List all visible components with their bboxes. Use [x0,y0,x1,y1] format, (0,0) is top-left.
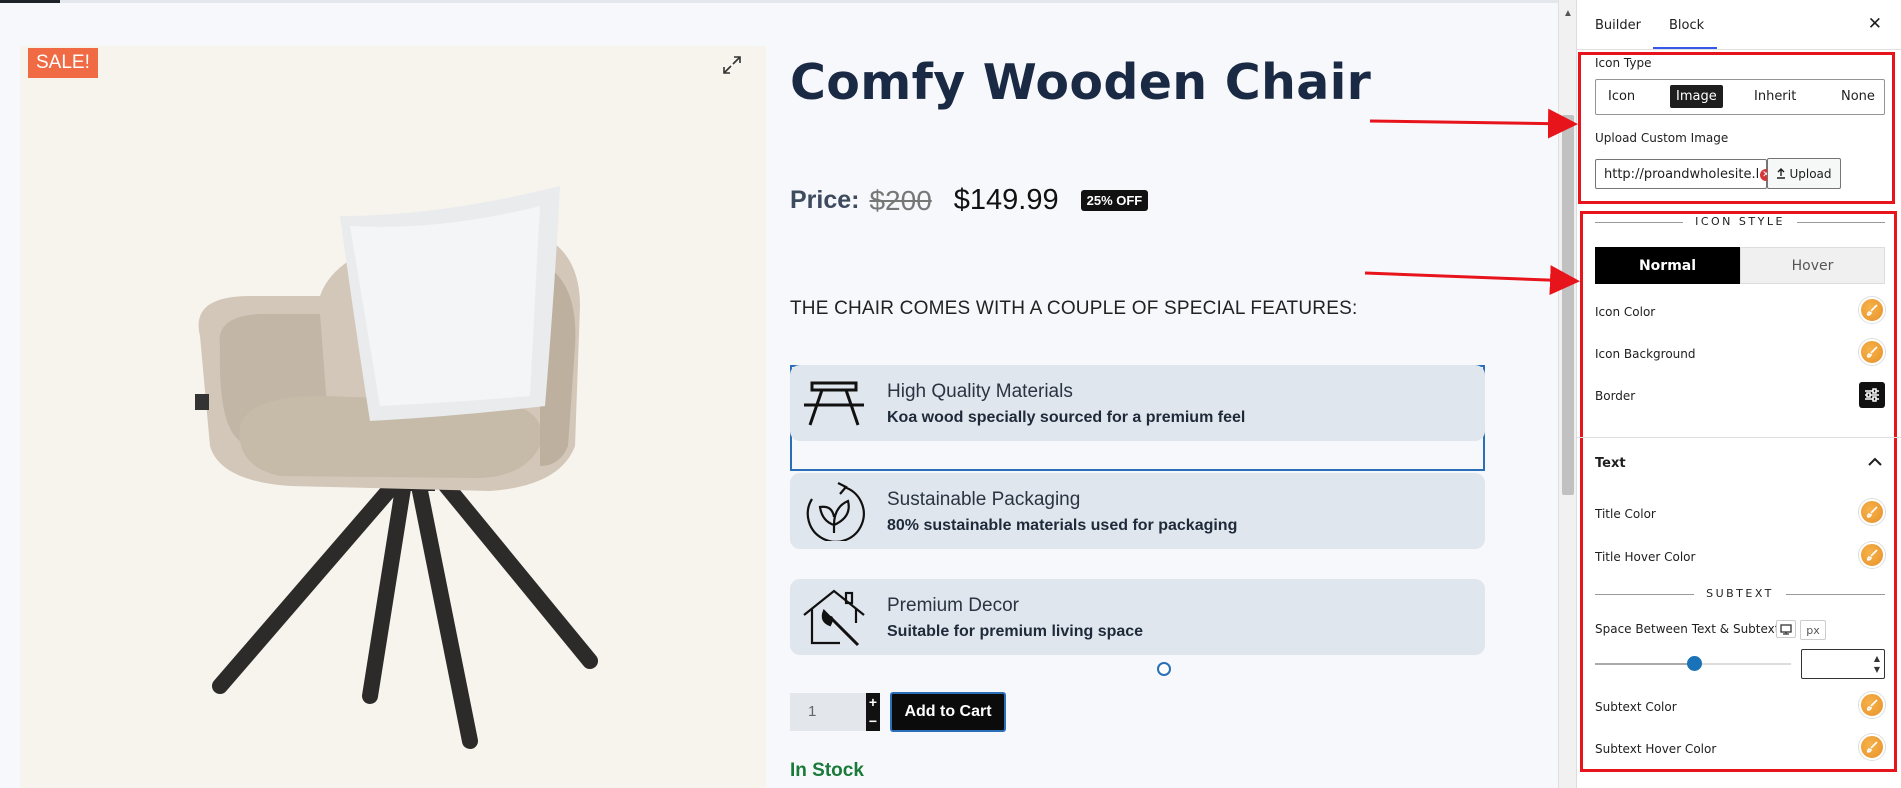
product-title: Comfy Wooden Chair [790,54,1372,111]
feature-item[interactable]: Premium Decor Suitable for premium livin… [790,579,1485,655]
block-settings-panel: Builder Block ✕ Icon Type Icon Image Inh… [1576,0,1901,788]
expand-icon[interactable] [720,54,744,78]
minus-icon[interactable]: − [866,712,880,731]
feature-title: High Quality Materials [887,381,1073,402]
features-heading: THE CHAIR COMES WITH A COUPLE OF SPECIAL… [790,298,1358,319]
quantity-input[interactable]: 1 [790,693,866,731]
upload-button[interactable]: Upload [1767,158,1841,189]
subtext-heading: SUBTEXT [1595,587,1885,601]
subtext-hover-color-picker[interactable] [1859,734,1885,760]
scroll-up-icon[interactable]: ▲ [1563,8,1573,19]
icon-type-inherit[interactable]: Inherit [1754,89,1796,104]
title-color-label: Title Color [1595,507,1656,521]
feature-item[interactable]: Sustainable Packaging 80% sustainable ma… [790,473,1485,549]
sliders-icon [1865,388,1879,402]
brush-icon [1866,346,1878,358]
unit-selector[interactable]: px [1800,620,1826,640]
chair-image [195,186,598,749]
upload-label: Upload Custom Image [1595,131,1729,145]
icon-type-selector[interactable]: Icon Image Inherit None [1595,79,1885,115]
icon-type-none[interactable]: None [1841,89,1875,104]
feature-subtitle: 80% sustainable materials used for packa… [887,517,1238,534]
icon-background-picker[interactable] [1859,339,1885,365]
title-color-picker[interactable] [1859,499,1885,525]
space-between-label: Space Between Text & Subtext [1595,622,1780,636]
text-section-header[interactable]: Text [1595,456,1626,471]
border-settings-button[interactable] [1859,382,1885,408]
picnic-table-icon [804,381,864,426]
state-normal[interactable]: Normal [1595,247,1740,284]
title-hover-color-picker[interactable] [1859,542,1885,568]
plus-icon[interactable]: + [866,693,880,712]
brush-icon [1866,304,1878,316]
icon-color-label: Icon Color [1595,305,1656,319]
section-divider [1577,437,1901,438]
tab-builder[interactable]: Builder [1595,18,1641,33]
canvas-scrollbar[interactable]: ▲ [1558,0,1576,788]
upload-icon [1777,168,1786,179]
feature-subtitle: Suitable for premium living space [887,623,1144,640]
image-url-field[interactable]: http://proandwholesite.l [1595,159,1767,189]
state-hover[interactable]: Hover [1740,247,1885,284]
add-block-handle[interactable] [1157,662,1171,676]
old-price: $200 [869,184,932,216]
brush-icon [1866,549,1878,561]
subtext-hover-color-label: Subtext Hover Color [1595,742,1717,756]
subtext-color-label: Subtext Color [1595,700,1677,714]
annotation-box [1580,211,1897,772]
spacing-slider-fill [1595,663,1693,665]
feature-title: Premium Decor [887,595,1019,616]
scroll-thumb[interactable] [1562,115,1574,495]
feature-item[interactable]: High Quality Materials Koa wood speciall… [790,365,1485,441]
icon-type-label: Icon Type [1595,56,1652,70]
active-tab-indicator [1653,47,1717,49]
icon-type-image[interactable]: Image [1670,85,1723,108]
state-toggle[interactable]: Normal Hover [1595,247,1885,284]
price-row: Price: $200 $149.99 25% OFF [790,184,1149,217]
price-label: Price: [790,186,860,214]
border-label: Border [1595,389,1636,403]
chevron-up-icon[interactable] [1865,452,1885,472]
sale-badge: SALE! [28,48,98,78]
feature-subtitle: Koa wood specially sourced for a premium… [887,409,1246,426]
panel-tabs: Builder Block ✕ [1577,0,1901,50]
icon-type-icon[interactable]: Icon [1608,89,1635,104]
feature-title: Sustainable Packaging [887,489,1081,510]
upload-label-text: Upload [1789,166,1832,181]
icon-background-label: Icon Background [1595,347,1696,361]
top-border [0,0,1558,3]
icon-style-heading: ICON STYLE [1595,215,1885,229]
quantity-stepper[interactable]: + − [866,693,880,731]
desktop-icon[interactable] [1776,620,1796,638]
subtext-color-picker[interactable] [1859,692,1885,718]
brush-icon [1866,699,1878,711]
close-icon[interactable]: ✕ [1868,14,1882,34]
sale-price: $149.99 [953,184,1059,216]
stock-status: In Stock [790,760,864,781]
brush-icon [1866,741,1878,753]
discount-badge: 25% OFF [1080,190,1149,211]
product-image[interactable]: SALE! [20,46,766,788]
add-to-cart-button[interactable]: Add to Cart [890,692,1006,732]
spacing-number-input[interactable]: ▲ ▼ [1801,649,1885,679]
title-hover-color-label: Title Hover Color [1595,550,1696,564]
brush-icon [1866,506,1878,518]
spinner-icon[interactable]: ▲ ▼ [1874,653,1880,675]
spacing-slider-thumb[interactable] [1687,656,1702,671]
home-paint-icon [803,589,865,647]
editor-canvas: SALE! Comfy Wooden Chair Price: $200 $14… [0,0,1558,788]
tab-block[interactable]: Block [1669,18,1704,33]
icon-color-picker[interactable] [1859,297,1885,323]
quantity-value: 1 [808,703,817,720]
eco-leaf-icon [806,482,865,541]
